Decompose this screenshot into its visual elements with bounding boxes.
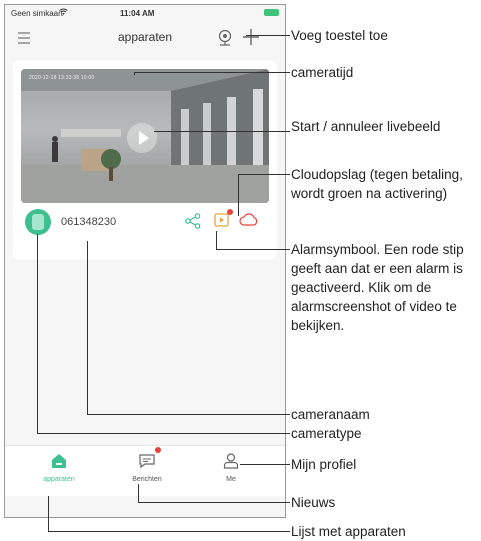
callout-start-live: Start / annuleer livebeeld <box>291 119 441 134</box>
camera-timestamp: 2020-12-18 13:33:38 10:00 <box>29 75 95 81</box>
callout-cloud: Cloudopslag (tegen betaling, wordt groen… <box>291 167 463 201</box>
share-icon[interactable] <box>185 213 201 229</box>
tab-label: Me <box>226 476 236 483</box>
callout-device-list: Lijst met apparaten <box>291 524 406 539</box>
callout-camera-name: cameranaam <box>291 407 370 422</box>
status-time: 11:04 AM <box>120 9 155 18</box>
callout-add-device: Voeg toestel toe <box>291 28 388 43</box>
add-device-icon[interactable] <box>241 27 261 47</box>
callout-camera-type: cameratype <box>291 426 362 441</box>
play-button[interactable] <box>127 123 157 153</box>
callout-line <box>134 72 135 75</box>
callout-line <box>154 131 290 132</box>
callout-line <box>138 484 139 503</box>
callout-line <box>48 496 49 532</box>
callout-line <box>238 174 239 216</box>
status-bar: Geen simkaart 11:04 AM <box>5 5 285 21</box>
callout-line <box>240 464 290 465</box>
tab-label: apparaten <box>43 476 75 483</box>
callout-my-profile: Mijn profiel <box>291 457 357 472</box>
callout-line <box>138 502 290 503</box>
callout-line <box>216 231 217 250</box>
carrier-label: Geen simkaart <box>11 9 64 18</box>
callout-camera-time: cameratijd <box>291 65 354 80</box>
webcam-icon[interactable] <box>217 29 233 47</box>
profile-icon <box>223 453 239 469</box>
nav-bar: apparaten <box>5 21 285 57</box>
callout-line <box>87 414 290 415</box>
callout-line <box>87 241 88 415</box>
message-dot <box>155 447 161 453</box>
cloud-icon[interactable] <box>239 213 259 227</box>
battery-icon <box>264 9 279 16</box>
phone-screen: Geen simkaart 11:04 AM apparaten 2020-12… <box>4 4 286 518</box>
camera-name: 061348230 <box>61 216 117 228</box>
tab-label: Berichten <box>132 476 162 483</box>
callout-line <box>134 72 290 73</box>
tab-bar: apparaten Berichten Me <box>5 445 285 496</box>
callout-alarm: Alarmsymbool. Een rode stip geeft aan da… <box>291 242 464 333</box>
callout-line <box>48 531 290 532</box>
home-icon <box>52 454 66 468</box>
camera-type-icon <box>25 209 51 235</box>
live-preview[interactable]: 2020-12-18 13:33:38 10:00 <box>21 69 269 203</box>
callout-news: Nieuws <box>291 495 336 510</box>
wifi-icon <box>59 8 68 17</box>
device-card[interactable]: 2020-12-18 13:33:38 10:00 061348230 <box>13 61 277 259</box>
callout-line <box>238 174 290 175</box>
message-icon <box>139 454 155 469</box>
callout-line <box>216 249 290 250</box>
alarm-dot <box>227 209 233 215</box>
callout-line <box>37 433 290 434</box>
callout-line <box>37 234 38 434</box>
callout-line <box>246 35 290 36</box>
